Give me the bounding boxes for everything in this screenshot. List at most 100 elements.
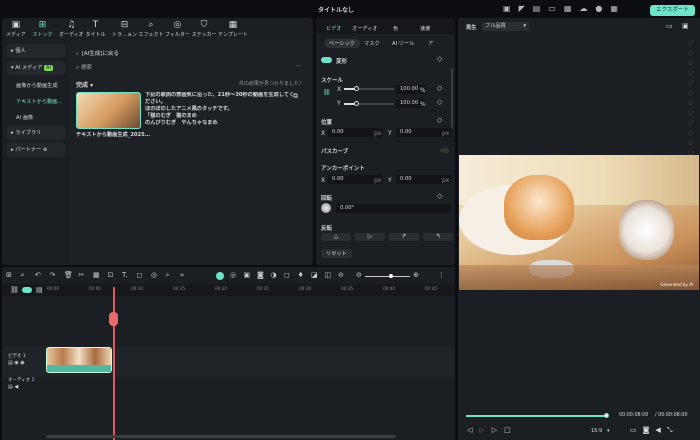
toolbar-sticker[interactable]: ⛉ ステッカー xyxy=(192,20,217,38)
toolbar-title[interactable]: T タイトル xyxy=(86,20,106,38)
zoom-out-icon[interactable]: ⊖ xyxy=(356,271,362,279)
link-track-icon[interactable]: ⛓ xyxy=(10,286,19,294)
camera-icon[interactable]: ◙ xyxy=(643,426,650,435)
timeline-tool-icon[interactable]: ◙ xyxy=(257,271,264,279)
playhead[interactable] xyxy=(113,287,115,440)
toolbar-stock[interactable]: ⊞ ストック xyxy=(33,20,53,38)
select-icon[interactable]: ⊞ xyxy=(6,271,12,279)
effect-icon[interactable]: ◎ xyxy=(151,271,157,279)
scale-x-slider[interactable] xyxy=(344,86,394,91)
playhead-handle[interactable] xyxy=(109,312,118,326)
sidebar-item-library[interactable]: ▸ ライブラリ xyxy=(7,126,65,140)
subtab-ai-tools[interactable]: AI ツール xyxy=(392,40,414,47)
cut-icon[interactable]: ✂ xyxy=(79,271,85,279)
copy-icon[interactable]: ⧉ xyxy=(293,92,298,101)
cloud-icon[interactable]: ☁ xyxy=(579,4,587,13)
sidebar-sub-image-to-video[interactable]: 画像から動画生成 xyxy=(16,82,58,89)
tab-video[interactable]: ビデオ xyxy=(326,25,342,32)
ai-icon[interactable] xyxy=(216,272,224,280)
subtab-basic[interactable]: ベーシック xyxy=(324,39,360,48)
more-icon[interactable]: ··· xyxy=(296,63,301,69)
quality-dropdown[interactable]: フル品質 ▾ xyxy=(482,22,529,31)
path-curve-toggle[interactable] xyxy=(440,148,449,153)
redo-icon[interactable]: ↷ xyxy=(50,271,56,279)
fullscreen-icon[interactable]: ⤡ xyxy=(667,426,673,435)
video-track-controls[interactable]: ▤ ◉ ◉ xyxy=(8,360,25,366)
tab-speed[interactable]: 速度 xyxy=(420,25,430,32)
rewind-icon[interactable]: ▷ xyxy=(479,426,484,434)
display-icon[interactable]: ▭ xyxy=(630,426,637,435)
compare-icon[interactable]: ▭ xyxy=(666,22,673,30)
gift-icon[interactable]: ▣ xyxy=(503,4,511,13)
sidebar-item-partner[interactable]: ▸ パートナー ⊕ xyxy=(7,143,65,157)
bell-icon[interactable]: ● xyxy=(595,4,602,13)
prev-frame-icon[interactable]: ◁ xyxy=(467,426,472,434)
timeline-tool-icon[interactable]: ◎ xyxy=(230,271,236,279)
save-icon[interactable]: ▤ xyxy=(533,4,541,13)
marker-icon[interactable]: ◻ xyxy=(137,271,143,279)
toolbar-media[interactable]: ▣ メディア xyxy=(6,20,26,38)
zoom-in-icon[interactable]: ⊕ xyxy=(413,271,419,279)
keyframe-icon[interactable]: ◇ xyxy=(437,192,442,200)
snapshot-layout-icon[interactable]: ▣ xyxy=(682,22,689,30)
search-icon[interactable]: ⌕ xyxy=(166,271,170,280)
scrollbar[interactable] xyxy=(451,68,453,128)
snap-toggle[interactable] xyxy=(22,287,32,293)
sidebar-sub-ai-image[interactable]: AI 画像 xyxy=(16,114,33,121)
delete-icon[interactable]: 🗑 xyxy=(64,271,73,279)
transform-toggle[interactable] xyxy=(321,57,332,63)
timeline-tool-icon[interactable]: ◫ xyxy=(325,271,332,279)
sidebar-sub-text-to-video[interactable]: テキストから動画… xyxy=(16,98,63,105)
toolbar-effect[interactable]: ⌕ エフェクト xyxy=(139,20,164,38)
back-link[interactable]: ‹ [AI生成]に戻る xyxy=(76,49,119,57)
timeline-scrollbar[interactable] xyxy=(46,435,396,438)
tab-color[interactable]: 色 xyxy=(393,25,398,32)
rotate-left-button[interactable]: ↰ xyxy=(423,233,453,241)
timeline-tool-icon[interactable]: ▣ xyxy=(244,271,251,279)
link-icon[interactable]: ⛓ xyxy=(323,89,331,96)
keyframe-icon[interactable]: ◇ xyxy=(437,98,442,106)
subtab-mask[interactable]: マスク xyxy=(364,40,380,47)
preview-video[interactable]: Generated by AI xyxy=(459,155,699,290)
timeline-tool-icon[interactable]: ◻ xyxy=(284,271,290,279)
zoom-slider[interactable] xyxy=(365,274,410,278)
scale-y-slider[interactable] xyxy=(344,101,394,106)
crop-icon[interactable]: ▦ xyxy=(93,271,100,279)
track-settings-icon[interactable]: ▤ xyxy=(36,286,43,294)
zoom-icon[interactable]: ⌕ xyxy=(21,271,25,280)
rotation-input[interactable]: 0.00° xyxy=(336,204,451,213)
video-clip[interactable] xyxy=(46,347,112,373)
flip-horizontal-button[interactable]: ▷ xyxy=(355,233,385,241)
subtab-more[interactable]: ア xyxy=(428,40,433,47)
timeline-tool-icon[interactable]: ⊖ xyxy=(338,271,344,279)
file-icon[interactable]: ▦ xyxy=(564,4,572,13)
aspect-ratio-dropdown[interactable]: 16:9 ▾ xyxy=(591,428,610,434)
timeline-tool-icon[interactable]: ◑ xyxy=(271,271,277,279)
flip-vertical-button[interactable]: △ xyxy=(321,233,351,241)
preview-progress-bar[interactable] xyxy=(466,413,609,418)
more-icon[interactable]: » xyxy=(180,271,184,279)
audio-track-controls[interactable]: ▤ ◀ xyxy=(8,384,18,390)
video-thumbnail[interactable] xyxy=(76,92,141,129)
send-icon[interactable]: ◤ xyxy=(519,4,525,13)
keyframe-icon[interactable]: ◇ xyxy=(437,55,442,63)
reset-button[interactable]: リセット xyxy=(321,249,352,258)
toolbar-transition[interactable]: ⊟ トラ…ョン xyxy=(112,20,137,38)
project-title[interactable]: タイトルなし xyxy=(318,5,354,14)
filter-dropdown[interactable]: 完成 ▾ xyxy=(76,80,93,89)
stop-icon[interactable]: □ xyxy=(504,426,511,434)
keyframe-icon[interactable]: ◇ xyxy=(437,84,442,92)
text-icon[interactable]: T. xyxy=(122,271,128,279)
grid-icon[interactable]: ▦ xyxy=(610,4,618,13)
toolbar-template[interactable]: ▦ テンプレート xyxy=(218,20,248,38)
sidebar-item-ai-media[interactable]: ▾ AI メディア AI xyxy=(7,61,65,75)
rotation-dial[interactable] xyxy=(321,203,331,213)
toolbar-music[interactable]: ♫ オーディオ xyxy=(59,20,84,38)
search-input[interactable]: ⌕ 検索 ··· xyxy=(76,63,301,72)
monitor-icon[interactable]: ▭ xyxy=(548,4,556,13)
tab-audio[interactable]: オーディオ xyxy=(352,25,378,32)
timeline-tool-icon[interactable]: ◪ xyxy=(311,271,318,279)
timeline-tool-icon[interactable]: ♦ xyxy=(298,271,304,279)
split-icon[interactable]: ⊡ xyxy=(108,271,114,279)
layout-icon[interactable]: ⋮ xyxy=(438,271,445,279)
